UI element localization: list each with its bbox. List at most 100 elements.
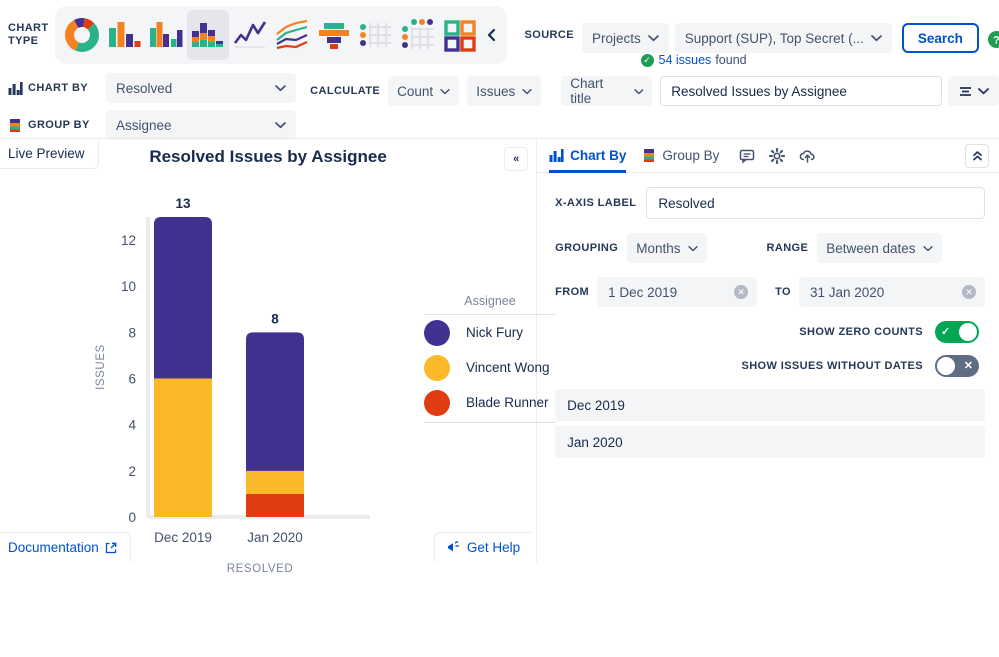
get-help-button[interactable]: Get Help: [434, 532, 532, 562]
bar-segment[interactable]: [246, 471, 304, 494]
multi-line-chart-icon: [274, 17, 310, 53]
chart-by-row: CHART BY Resolved: [8, 73, 304, 103]
chart-config-left: CHART BY Resolved GROUP BY Assignee: [8, 73, 304, 147]
show-issues-without-dates-toggle[interactable]: ✕: [935, 355, 979, 377]
to-date-value: 31 Jan 2020: [810, 285, 884, 300]
chevron-down-icon: [871, 34, 882, 42]
chart-type-funnel[interactable]: [313, 10, 355, 60]
bar-chart-small-icon: [8, 81, 23, 96]
legend-color-swatch: [424, 390, 450, 416]
group-by-select[interactable]: Assignee: [106, 110, 296, 140]
range-select[interactable]: Between dates: [817, 233, 941, 263]
chevron-down-icon: [275, 84, 286, 92]
source-area: SOURCE Projects Support (SUP), Top Secre…: [525, 17, 999, 53]
toggle-knob: [959, 323, 977, 341]
chevron-double-up-icon: [972, 150, 983, 162]
check-icon: ✓: [641, 54, 654, 67]
external-link-icon: [105, 542, 117, 554]
donut-chart-icon: [63, 16, 101, 54]
funnel-chart-icon: [316, 17, 352, 53]
page-title: Resolved Issues by Assignee: [0, 147, 536, 167]
chart-type-heatmap[interactable]: [397, 10, 439, 60]
bar-total-label: 8: [271, 311, 279, 326]
table-chart-icon: [358, 17, 394, 53]
clear-to-date-icon[interactable]: ✕: [962, 285, 976, 299]
chart-type-line[interactable]: [229, 10, 271, 60]
chart-type-multi-line[interactable]: [271, 10, 313, 60]
line-chart-icon: [232, 17, 268, 53]
chart-title-input[interactable]: Resolved Issues by Assignee: [660, 76, 942, 106]
documentation-link[interactable]: Documentation: [0, 532, 131, 562]
tab-chart-by-label: Chart By: [570, 148, 626, 163]
to-date-input[interactable]: 31 Jan 2020 ✕: [799, 277, 985, 307]
chart-type-donut[interactable]: [61, 10, 103, 60]
range-value: Between dates: [826, 241, 915, 256]
from-date-input[interactable]: 1 Dec 2019 ✕: [597, 277, 757, 307]
bar-chart-small-icon: [549, 148, 564, 163]
date-list-item[interactable]: Dec 2019: [555, 389, 985, 421]
chart-type-bar[interactable]: [103, 10, 145, 60]
chart-type-table[interactable]: [355, 10, 397, 60]
chart-type-collapse-button[interactable]: [481, 6, 503, 64]
chart-type-grouped-bar[interactable]: [145, 10, 187, 60]
gear-icon[interactable]: [765, 144, 789, 168]
help-icon[interactable]: ?: [988, 31, 999, 51]
collapse-preview-button[interactable]: «: [504, 147, 528, 171]
bar-group[interactable]: [154, 217, 212, 517]
settings-tabs: Chart By Group By: [537, 139, 999, 173]
clear-from-date-icon[interactable]: ✕: [734, 285, 748, 299]
source-scope-value: Projects: [592, 31, 641, 46]
tab-group-by[interactable]: Group By: [642, 139, 719, 173]
grouping-select[interactable]: Months: [627, 233, 706, 263]
chart-type-tiles[interactable]: [439, 10, 481, 60]
bar-segment[interactable]: [154, 379, 212, 517]
y-axis-tick-label: 0: [128, 510, 136, 525]
comment-icon[interactable]: [735, 144, 759, 168]
main-split: Live Preview Resolved Issues by Assignee…: [0, 138, 999, 562]
bar-segment[interactable]: [246, 494, 304, 517]
bar-segment[interactable]: [246, 332, 304, 470]
chevron-down-icon: [440, 88, 450, 95]
calculate-function-select[interactable]: Count: [388, 76, 459, 106]
group-by-label: GROUP BY: [28, 119, 90, 132]
y-axis-title: ISSUES: [95, 344, 107, 390]
chevron-down-icon: [923, 245, 933, 252]
bar-segment[interactable]: [154, 217, 212, 379]
chart-title-select[interactable]: Chart title: [561, 76, 652, 106]
chevron-down-icon: [522, 88, 532, 95]
tab-chart-by[interactable]: Chart By: [549, 139, 626, 173]
chart-by-select[interactable]: Resolved: [106, 73, 296, 103]
get-help-label: Get Help: [467, 540, 520, 555]
show-issues-without-dates-row: SHOW ISSUES WITHOUT DATES ✕: [555, 355, 985, 377]
stacked-bar-chart-icon: [190, 17, 226, 53]
search-button[interactable]: Search: [902, 23, 979, 53]
from-date-value: 1 Dec 2019: [608, 285, 677, 300]
calculate-unit-select[interactable]: Issues: [467, 76, 541, 106]
to-label: TO: [775, 286, 791, 298]
y-axis-tick-label: 6: [128, 372, 136, 387]
chart-type-stacked-bar[interactable]: [187, 10, 229, 60]
chart-options-menu[interactable]: [948, 76, 999, 106]
chart-config-right: CALCULATE Count Issues Chart title Resol…: [304, 76, 999, 106]
x-axis-label-input[interactable]: Resolved: [646, 187, 985, 219]
source-projects-select[interactable]: Support (SUP), Top Secret (...: [675, 23, 892, 53]
calculate-label: CALCULATE: [310, 85, 380, 98]
date-range-row: FROM 1 Dec 2019 ✕ TO 31 Jan 2020 ✕: [555, 277, 985, 307]
source-scope-select[interactable]: Projects: [582, 23, 669, 53]
y-axis-tick-label: 4: [128, 418, 136, 433]
group-by-row: GROUP BY Assignee: [8, 110, 304, 140]
show-zero-counts-row: SHOW ZERO COUNTS ✓: [555, 321, 985, 343]
bar-group[interactable]: [246, 332, 304, 517]
grouping-label: GROUPING: [555, 242, 618, 254]
x-axis-tick-label: Dec 2019: [154, 530, 212, 545]
collapse-settings-button[interactable]: [965, 144, 989, 168]
calculate-unit-value: Issues: [476, 84, 515, 99]
issues-found-status: ✓ 54 issues found: [641, 53, 747, 67]
issues-count-link[interactable]: 54 issues: [659, 53, 712, 67]
heatmap-chart-icon: [400, 17, 436, 53]
megaphone-icon: [447, 541, 461, 554]
cloud-upload-icon[interactable]: [795, 144, 819, 168]
legend-label: Nick Fury: [466, 325, 523, 340]
date-list-item[interactable]: Jan 2020: [555, 426, 985, 458]
show-zero-counts-toggle[interactable]: ✓: [935, 321, 979, 343]
